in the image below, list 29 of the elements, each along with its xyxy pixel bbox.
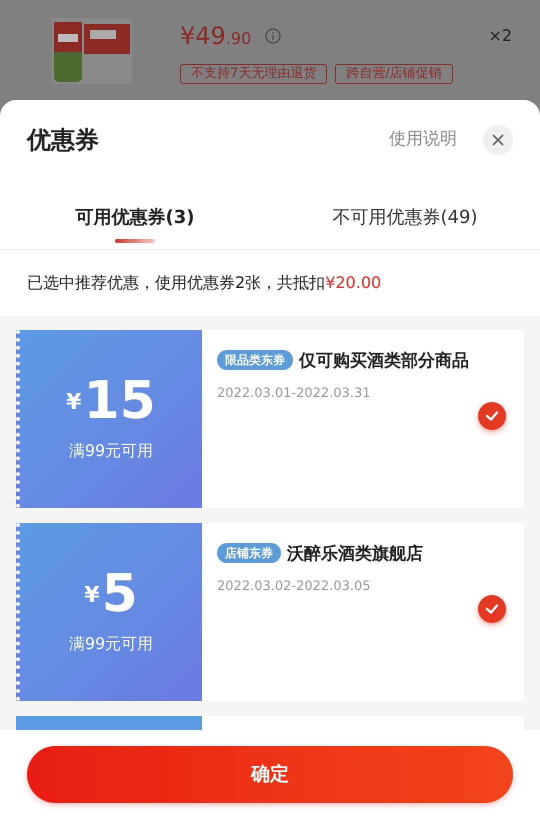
coupon-dates: 2022.03.01-2022.03.31: [217, 385, 372, 403]
tab[interactable]: 可用优惠券(3): [0, 180, 270, 249]
summary-text: 已选中推荐优惠，使用优惠券2张，共抵扣¥20.00: [27, 272, 382, 294]
tab[interactable]: 不可用优惠券(49): [270, 180, 540, 249]
info-icon[interactable]: [265, 28, 282, 44]
coupon-dates: 2022.03.02-2022.03.05: [217, 578, 372, 596]
coupon-amount: 5: [102, 568, 138, 620]
confirm-button[interactable]: 确定: [27, 746, 513, 802]
check-icon[interactable]: [478, 402, 506, 430]
coupon-type-tag: 店铺东券: [217, 543, 281, 563]
coupon-title: 仅可购买酒类部分商品: [299, 351, 469, 371]
product-tag: 跨自营/店铺促销: [335, 64, 453, 84]
coupon-condition: 满99元可用: [68, 440, 154, 462]
help-link[interactable]: 使用说明: [389, 127, 457, 153]
coupon-title: 沃醉乐酒类旗舰店: [287, 544, 423, 564]
quantity-text: ×2: [488, 25, 512, 47]
coupon-amount: 15: [83, 375, 156, 427]
coupon-type-tag: 限品类东券: [217, 350, 293, 370]
close-button[interactable]: [483, 125, 513, 155]
sheet-title: 优惠券: [27, 125, 99, 156]
coupon-condition: 满99元可用: [68, 633, 154, 655]
currency-symbol: ¥: [84, 582, 100, 610]
coupon-card[interactable]: ¥15 满99元可用 限品类东券 仅可购买酒类部分商品 2022.03.01-2022.03.31: [16, 330, 524, 508]
product-tag: 不支持7天无理由退货: [180, 64, 328, 84]
check-icon[interactable]: [478, 595, 506, 623]
product-price: ¥49.90: [180, 21, 252, 52]
close-icon: [492, 134, 504, 146]
coupon-card[interactable]: ¥5 满99元可用 店铺东券 沃醉乐酒类旗舰店 2022.03.02-2022.03.05: [16, 523, 524, 701]
currency-symbol: ¥: [66, 389, 82, 417]
